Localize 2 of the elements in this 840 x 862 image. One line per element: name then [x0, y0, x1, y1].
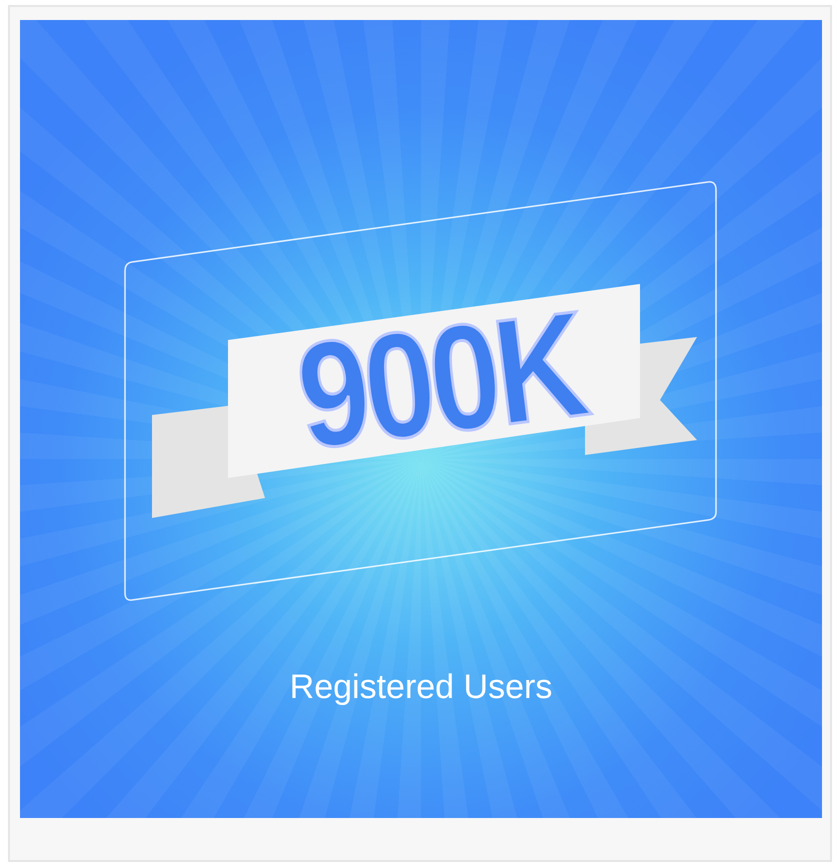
user-count: 900K — [290, 288, 590, 472]
caption: Registered Users — [290, 667, 552, 708]
